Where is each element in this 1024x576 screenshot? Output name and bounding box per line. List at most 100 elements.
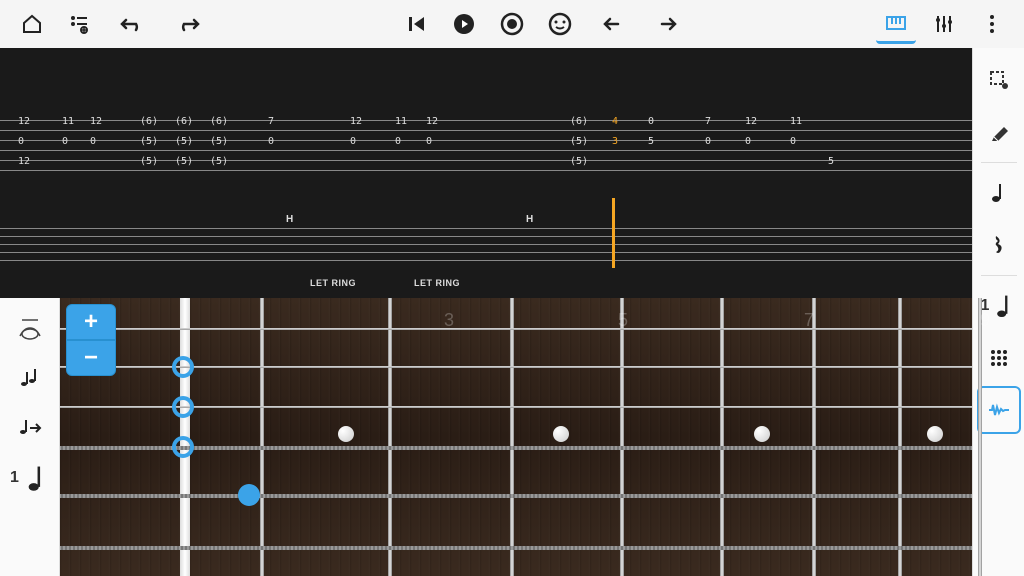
finger-position[interactable]: [172, 356, 194, 378]
tab-number: (5): [210, 136, 228, 147]
fret-number: 7: [804, 310, 814, 331]
left-toolbar: 1: [0, 298, 60, 576]
fret: [898, 298, 902, 576]
tab-number: 5: [828, 156, 834, 167]
fret: [812, 298, 816, 576]
playhead[interactable]: [612, 198, 615, 268]
tab-number: 12: [18, 156, 30, 167]
nav-back-button[interactable]: [588, 4, 636, 44]
tab-number: 0: [790, 136, 796, 147]
divider: [981, 275, 1017, 276]
finger-position[interactable]: [172, 436, 194, 458]
tab-number: 11: [395, 116, 407, 127]
skip-back-button[interactable]: [396, 4, 436, 44]
tab-number: (5): [140, 136, 158, 147]
hammer-annotation: H: [526, 214, 533, 225]
tab-number: 0: [395, 136, 401, 147]
tab-number: 12: [745, 116, 757, 127]
tab-number: 11: [62, 116, 74, 127]
fret-marker: [927, 426, 943, 442]
tab-number: 0: [90, 136, 96, 147]
tab-number: 0: [268, 136, 274, 147]
tab-number: (5): [570, 156, 588, 167]
fret-marker: [754, 426, 770, 442]
more-button[interactable]: [972, 4, 1012, 44]
tab-number: 12: [90, 116, 102, 127]
tab-number: 4: [612, 116, 618, 127]
divider: [981, 162, 1017, 163]
fret-number: 3: [444, 310, 454, 331]
tab-number: 0: [648, 116, 654, 127]
tab-number: (6): [210, 116, 228, 127]
fretboard[interactable]: 3579 + −: [60, 298, 972, 576]
note-tool-button[interactable]: [977, 169, 1021, 217]
fret: [388, 298, 392, 576]
string[interactable]: [60, 446, 972, 450]
instrument-button[interactable]: [6, 304, 54, 352]
zoom-out-button[interactable]: −: [66, 340, 116, 376]
fret-marker: [553, 426, 569, 442]
tab-number: 0: [18, 136, 24, 147]
tie-button[interactable]: [6, 404, 54, 452]
fret-number: 9: [980, 310, 990, 331]
tab-number: (5): [210, 156, 228, 167]
tab-number: (5): [140, 156, 158, 167]
grid-tool-button[interactable]: [977, 334, 1021, 382]
duration-button[interactable]: 1: [6, 454, 54, 502]
fret-number: 5: [618, 310, 628, 331]
record-button[interactable]: [492, 4, 532, 44]
tab-number: 7: [705, 116, 711, 127]
tab-number: (6): [175, 116, 193, 127]
fret: [720, 298, 724, 576]
tab-number: (5): [175, 136, 193, 147]
tab-number: 0: [745, 136, 751, 147]
content-area: 12 0 12 11 0 12 0 (6) (5) (5) (6) (5) (5) (6) (5) (5) 7 0…: [0, 48, 972, 576]
tab-number: 0: [426, 136, 432, 147]
finger-position[interactable]: [172, 396, 194, 418]
zoom-in-button[interactable]: +: [66, 304, 116, 340]
fret: [978, 298, 982, 576]
undo-button[interactable]: [108, 4, 156, 44]
mixer-button[interactable]: [924, 4, 964, 44]
tab-number: 12: [426, 116, 438, 127]
nav-forward-button[interactable]: [644, 4, 692, 44]
tab-number: 12: [18, 116, 30, 127]
string[interactable]: [60, 328, 972, 330]
tab-number: (6): [570, 116, 588, 127]
tab-number: (5): [570, 136, 588, 147]
tab-number: 0: [62, 136, 68, 147]
string[interactable]: [60, 494, 972, 498]
tab-number: 3: [612, 136, 618, 147]
eraser-tool-button[interactable]: [977, 108, 1021, 156]
tracks-button[interactable]: [60, 4, 100, 44]
tab-number: (5): [175, 156, 193, 167]
string[interactable]: [60, 546, 972, 550]
metronome-button[interactable]: [540, 4, 580, 44]
tab-number: 5: [648, 136, 654, 147]
main-area: 12 0 12 11 0 12 0 (6) (5) (5) (6) (5) (5) (6) (5) (5) 7 0…: [0, 48, 1024, 576]
tab-number: 0: [705, 136, 711, 147]
play-button[interactable]: [444, 4, 484, 44]
let-ring-annotation: LET RING: [414, 278, 460, 288]
string[interactable]: [60, 406, 972, 408]
select-tool-button[interactable]: [977, 56, 1021, 104]
tab-number: 7: [268, 116, 274, 127]
finger-position[interactable]: [238, 484, 260, 506]
fret: [260, 298, 264, 576]
rest-tool-button[interactable]: [977, 221, 1021, 269]
tab-number: 0: [350, 136, 356, 147]
fret: [510, 298, 514, 576]
tablature-view[interactable]: 12 0 12 11 0 12 0 (6) (5) (5) (6) (5) (5) (6) (5) (5) 7 0…: [0, 48, 972, 298]
redo-button[interactable]: [164, 4, 212, 44]
chord-button[interactable]: [6, 354, 54, 402]
fretboard-area: 1 3579 + −: [0, 298, 972, 576]
fret-marker: [338, 426, 354, 442]
tab-number: 12: [350, 116, 362, 127]
keyboard-button[interactable]: [876, 4, 916, 44]
string[interactable]: [60, 366, 972, 368]
top-toolbar: [0, 0, 1024, 48]
effect-tool-button[interactable]: [977, 386, 1021, 434]
let-ring-annotation: LET RING: [310, 278, 356, 288]
wood-grain: [60, 298, 972, 576]
home-button[interactable]: [12, 4, 52, 44]
